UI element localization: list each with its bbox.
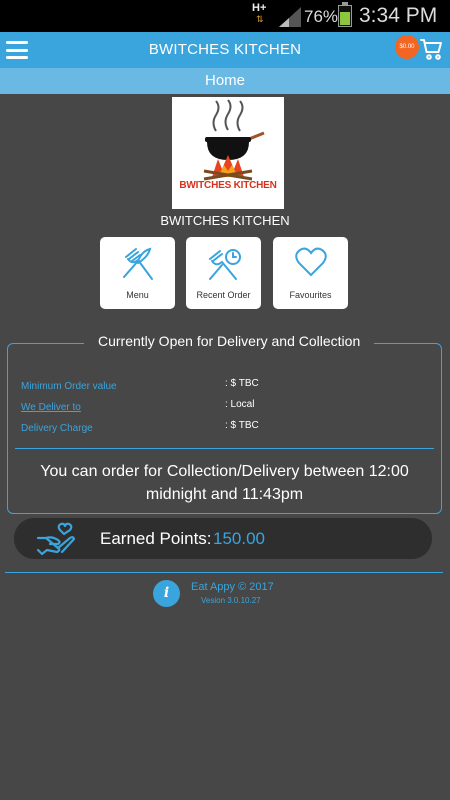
status-bar: H+ ⇅ 76% 3:34 PM [0,0,450,32]
cart-total-badge[interactable]: $0.00 [395,35,419,59]
page-title: Home [204,72,245,89]
logo-text: BWITCHES KITCHEN [179,180,277,191]
delivery-charge-label: Delivery Charge [21,423,93,434]
we-deliver-to-link[interactable]: We Deliver to [21,402,81,413]
recent-order-button[interactable]: Recent Order [186,237,261,309]
shop-name: BWITCHES KITCHEN [160,213,290,228]
footer-version: Vesion 3.0.10.27 [201,596,261,605]
cauldron-icon [203,99,265,181]
restaurant-logo: BWITCHES KITCHEN [172,97,284,209]
earned-points-value: 150.00 [213,529,265,548]
delivery-charge-value: : $ TBC [225,420,259,431]
favourites-label: Favourites [289,290,332,300]
recent-order-label: Recent Order [196,290,251,300]
menu-label: Menu [126,290,149,300]
signal-icon [279,7,301,27]
battery-percent: 76% [304,7,339,26]
battery-icon [338,2,352,27]
recent-order-icon [209,249,241,280]
earned-points-label: Earned Points: [100,529,212,548]
network-type: H+ [252,2,267,14]
min-order-value: : $ TBC [225,378,259,389]
page-header: Home [0,68,450,94]
earned-points-bar[interactable]: Earned Points: 150.00 [14,518,432,559]
menu-button[interactable]: Menu [100,237,175,309]
heart-icon [295,247,327,277]
app-bar: BWITCHES KITCHEN $0.00 [0,32,450,68]
cart-icon[interactable] [420,37,444,61]
footer-copyright: Eat Appy © 2017 [191,581,274,593]
info-icon[interactable]: i [153,580,180,607]
min-order-label: Minimum Order value [21,381,117,392]
store-info-card: Currently Open for Delivery and Collecti… [7,333,442,514]
data-arrows-icon: ⇅ [256,14,264,24]
divider [15,448,434,449]
open-status-heading: Currently Open for Delivery and Collecti… [84,333,375,349]
order-hours-note: You can order for Collection/Delivery be… [40,463,409,503]
app-title: BWITCHES KITCHEN [148,41,302,58]
footer-divider [5,572,443,573]
we-deliver-to-value: : Local [225,399,255,410]
favourites-button[interactable]: Favourites [273,237,348,309]
hand-heart-icon [36,522,76,556]
fork-knife-icon [123,247,153,280]
clock: 3:34 PM [359,4,438,27]
